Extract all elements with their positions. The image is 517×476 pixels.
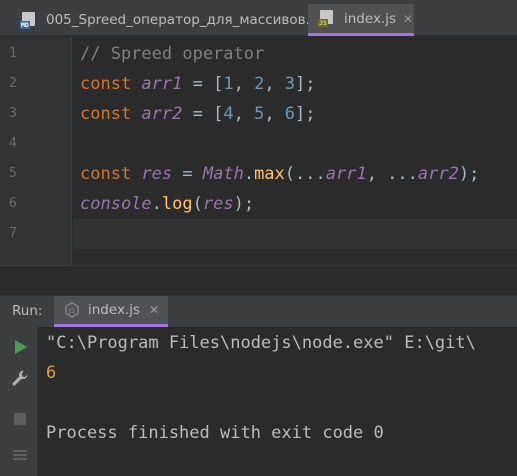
code-token: Math [202,164,244,184]
stop-icon[interactable] [10,409,30,429]
console-line: "C:\Program Files\nodejs\node.exe" E:\gi… [46,333,476,353]
code-line[interactable]: const arr2 = [4, 5, 6]; [73,99,517,129]
code-token: , [264,104,285,124]
line-number: 7 [9,226,17,241]
code-token: . [151,194,162,214]
close-icon[interactable]: ✕ [403,12,413,26]
code-token: 1 [223,74,234,94]
tab-readme-md[interactable]: MD 005_Spreed_оператор_для_массивов.md ✕ [10,4,349,36]
markdown-file-icon: MD [20,11,37,29]
javascript-file-icon: JS [318,10,335,27]
code-token: arr2 [417,164,459,184]
tab-index-js[interactable]: JS index.js ✕ [308,4,414,36]
console-output[interactable]: "C:\Program Files\nodejs\node.exe" E:\gi… [39,327,517,476]
line-number: 1 [9,46,17,61]
tab-label: index.js [344,10,397,27]
line-number: 5 [9,166,17,181]
tab-label: 005_Spreed_оператор_для_массивов.md [46,12,332,28]
close-icon[interactable]: ✕ [149,303,159,317]
code-token: console [80,194,152,214]
run-tab-index-js[interactable]: JS index.js ✕ [54,296,168,327]
code-token: = [172,164,203,184]
line-number: 4 [9,136,17,151]
code-token: const [80,164,142,184]
run-tab-label: index.js [88,302,141,318]
code-token: , [233,104,255,124]
code-line[interactable] [73,129,517,159]
line-number: 3 [9,106,17,121]
console-line: Process finished with exit code 0 [46,423,384,443]
code-token: // Spreed operator [80,44,265,64]
code-token: 3 [284,74,296,94]
play-icon[interactable] [10,337,30,357]
code-line[interactable]: const res = Math.max(...arr1, ...arr2); [73,159,517,189]
more-icon[interactable] [10,445,30,465]
run-panel-header: Run: JS index.js ✕ [0,295,517,327]
wrench-icon[interactable] [10,368,30,388]
code-token: = [ [182,104,224,124]
code-token: ( [192,194,203,214]
code-token: const [80,74,142,94]
code-token: , [233,74,255,94]
panel-splitter[interactable] [0,265,517,295]
code-token: arr1 [141,74,183,94]
code-line[interactable]: const arr1 = [1, 2, 3]; [73,69,517,99]
line-number-gutter: 1 2 3 4 5 6 7 [0,37,72,265]
code-token: ); [458,164,480,184]
code-token: log [161,194,193,214]
editor-tab-bar: MD 005_Spreed_оператор_для_массивов.md ✕… [0,0,517,36]
line-number: 2 [9,76,17,91]
code-token: , [264,74,285,94]
code-line[interactable] [73,219,517,249]
code-token: ); [233,194,255,214]
code-token: = [ [182,74,224,94]
nodejs-icon: JS [64,302,80,318]
code-token: 2 [254,74,265,94]
code-token: 6 [284,104,296,124]
code-token: ]; [295,74,316,94]
code-token: arr2 [141,104,183,124]
svg-text:JS: JS [68,307,76,315]
code-token: ]; [295,104,316,124]
code-token: const [80,104,142,124]
run-label: Run: [12,303,43,319]
code-token: , ... [366,164,418,184]
run-toolbar [0,327,38,476]
code-token: . [243,164,255,184]
code-line[interactable]: // Spreed operator [73,39,517,69]
code-token: max [254,164,285,184]
line-number: 6 [9,196,17,211]
code-token: arr1 [325,164,367,184]
console-output-line: 6 [46,363,57,383]
code-token: 4 [223,104,234,124]
code-line[interactable]: console.log(res); [73,189,517,219]
code-editor[interactable]: // Spreed operator const arr1 = [1, 2, 3]… [73,37,517,265]
code-token: res [202,194,234,214]
code-token: res [141,164,173,184]
code-token: 5 [254,104,265,124]
code-token: (... [284,164,326,184]
